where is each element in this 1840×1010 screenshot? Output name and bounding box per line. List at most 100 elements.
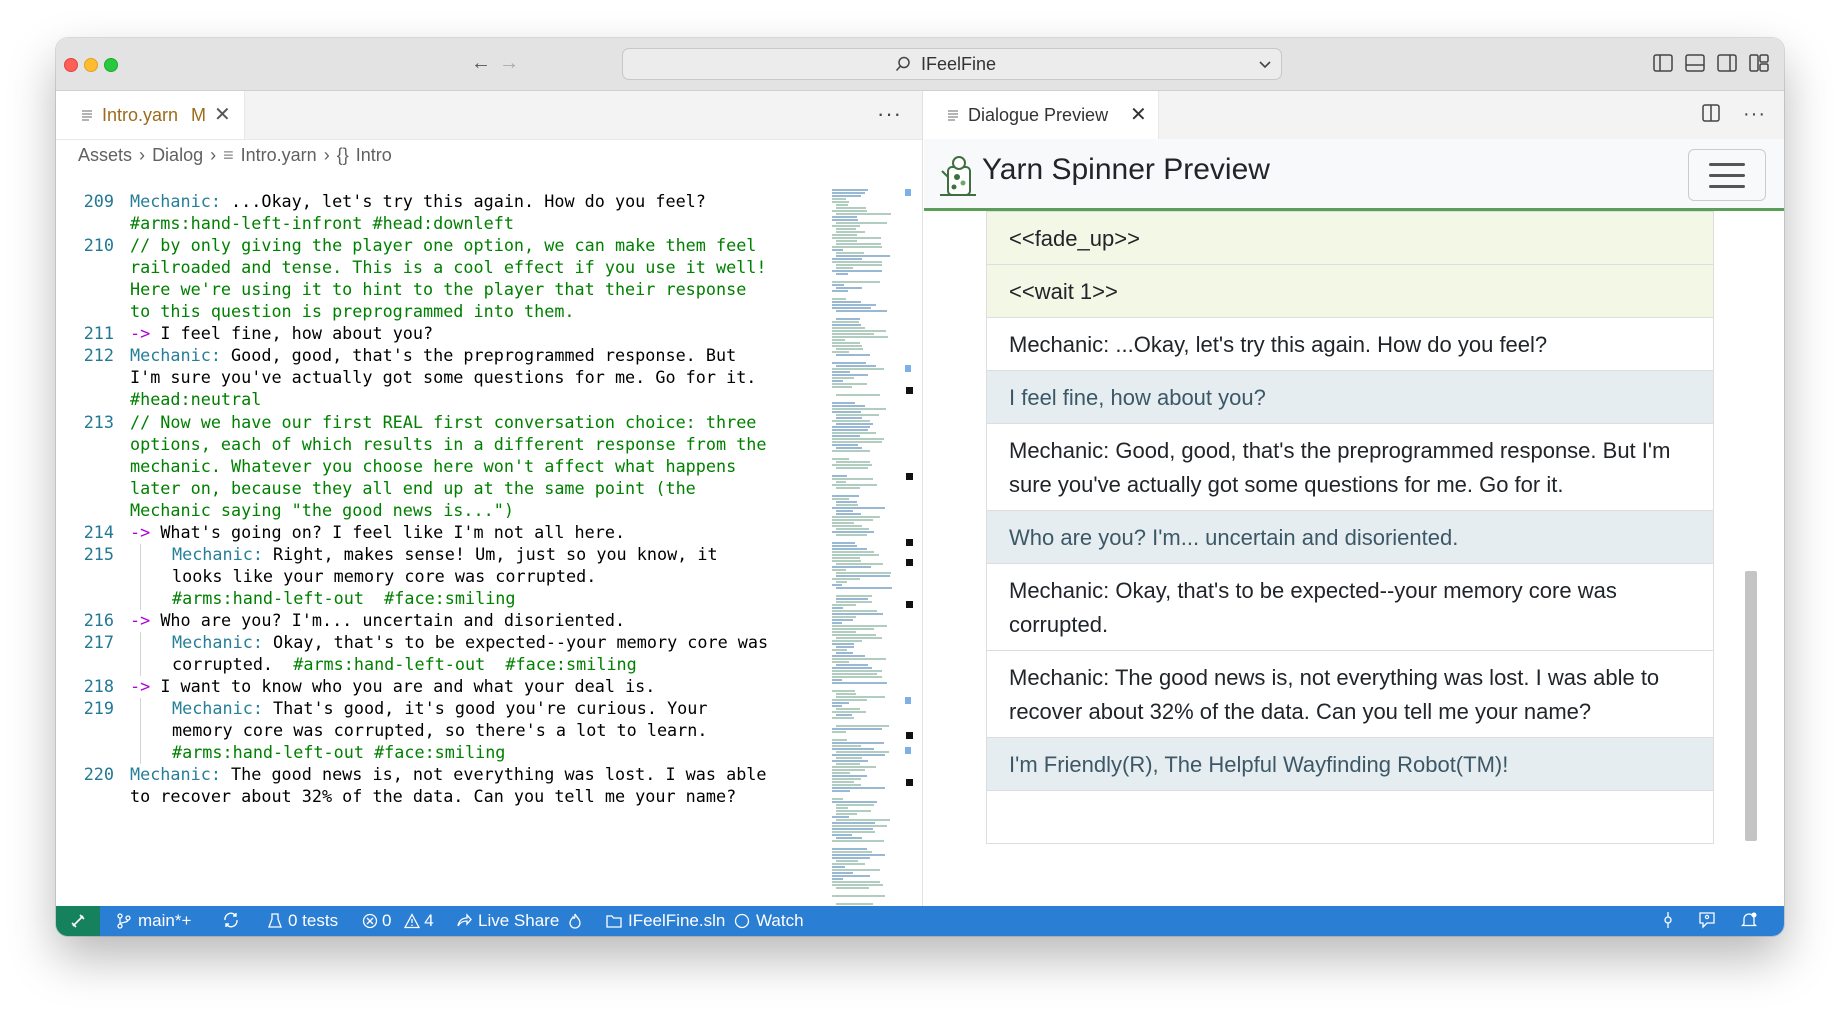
breadcrumb-file[interactable]: Intro.yarn [241, 145, 317, 165]
minimap-line [836, 231, 865, 233]
code-line: Mechanic: The good news is, not everythi… [130, 764, 767, 784]
close-tab-icon[interactable]: ✕ [214, 91, 231, 139]
code-line: I'm sure you've actually got some questi… [130, 367, 756, 387]
code-token: Who are you? I'm... uncertain and disori… [150, 609, 626, 630]
dialogue-scrollbar[interactable] [1745, 571, 1757, 841]
menu-toggle-button[interactable] [1688, 149, 1766, 201]
tests-status[interactable]: 0 tests [268, 906, 338, 936]
code-token: The good news is, not everything was los… [220, 764, 767, 785]
breadcrumb-dialog[interactable]: Dialog [152, 145, 203, 165]
more-actions-icon[interactable]: ··· [877, 101, 902, 127]
minimap-line [832, 327, 865, 329]
breadcrumb-node[interactable]: Intro [356, 145, 392, 165]
minimap[interactable] [832, 189, 898, 906]
code-token: Good, good, that's the preprogrammed res… [220, 345, 737, 366]
preview-navbar: Yarn Spinner Preview [924, 139, 1784, 211]
remote-indicator[interactable] [56, 906, 100, 936]
minimap-line [832, 655, 866, 657]
minimap-line [832, 699, 867, 701]
close-window-button[interactable] [64, 58, 78, 72]
sync-status[interactable] [222, 906, 246, 936]
minimap-line [832, 548, 868, 550]
minimap-line [836, 348, 863, 350]
overview-ruler[interactable] [904, 189, 920, 906]
close-tab-icon[interactable]: ✕ [1130, 91, 1147, 139]
code-token: Mechanic: [172, 632, 263, 652]
minimap-line [836, 860, 858, 862]
minimap-line [832, 625, 888, 627]
code-token: // Now we have our first REAL first conv… [130, 411, 757, 432]
minimap-line [832, 717, 855, 719]
circle-icon [734, 913, 750, 929]
file-lines-icon [82, 110, 92, 121]
split-editor-icon[interactable] [1701, 103, 1721, 129]
command-center-search[interactable]: IFeelFine [622, 48, 1282, 80]
minimap-line [832, 682, 888, 684]
minimap-line [832, 290, 849, 292]
line-number: 216 [83, 609, 114, 630]
code-token: later on, because they all end up at the… [130, 477, 696, 498]
minimap-line [832, 362, 866, 364]
solution-status[interactable]: IFeelFine.sln [606, 906, 725, 936]
minimap-line [836, 504, 858, 506]
flame-status[interactable] [568, 906, 588, 936]
minimap-line [832, 374, 869, 376]
ruler-marker [906, 387, 913, 394]
code-line: Mechanic saying "the good news is...") [130, 500, 514, 520]
forward-arrow-icon[interactable]: → [496, 50, 522, 76]
breadcrumb-assets[interactable]: Assets [78, 145, 132, 165]
minimap-line [832, 658, 886, 660]
code-token: -> [130, 609, 151, 630]
line-number: 212 [83, 345, 114, 366]
chevron-down-icon[interactable] [1257, 56, 1273, 72]
code-token: to recover about 32% of the data. Can yo… [130, 786, 737, 807]
remote-icon [71, 914, 85, 928]
minimap-line [832, 478, 873, 480]
toggle-panel-icon[interactable] [1684, 52, 1706, 74]
indent-guide [140, 587, 141, 610]
workspace-title: IFeelFine [921, 54, 997, 74]
layout-controls [1652, 52, 1770, 74]
code-token: to this question is preprogrammed into t… [130, 301, 575, 322]
customize-layout-icon[interactable] [1748, 52, 1770, 74]
minimap-line [832, 679, 843, 681]
dialogue-option[interactable]: I'm Friendly(R), The Helpful Wayfinding … [987, 737, 1713, 790]
back-arrow-icon[interactable]: ← [468, 50, 494, 76]
minimap-line [836, 487, 861, 489]
problems-status[interactable]: 0 4 [362, 906, 434, 936]
code-line: railroaded and tense. This is a cool eff… [130, 257, 767, 277]
minimap-line [832, 673, 877, 675]
minimap-line [832, 676, 883, 678]
watch-label: Watch [756, 911, 804, 930]
notifications-status[interactable] [1740, 906, 1764, 936]
minimap-line [836, 318, 860, 320]
minimap-line [832, 622, 843, 624]
branch-status[interactable]: main*+ [116, 906, 191, 936]
tab-intro-yarn[interactable]: Intro.yarn M ✕ [56, 91, 245, 139]
minimap-line [832, 420, 871, 422]
watch-status[interactable]: Watch [734, 906, 804, 936]
live-share-status[interactable]: Live Share [456, 906, 559, 936]
zoom-window-button[interactable] [104, 58, 118, 72]
dialogue-option[interactable]: Who are you? I'm... uncertain and disori… [987, 510, 1713, 563]
feedback-status[interactable] [1698, 906, 1722, 936]
code-editor[interactable]: 209 Mechanic: ...Okay, let's try this aga… [56, 189, 876, 906]
code-line: Mechanic: Right, makes sense! Um, just s… [172, 544, 718, 564]
toggle-secondary-sidebar-icon[interactable] [1716, 52, 1738, 74]
dialogue-option[interactable]: I feel fine, how about you? [987, 370, 1713, 423]
preview-brand-title: Yarn Spinner Preview [982, 153, 1270, 186]
minimap-line [836, 243, 882, 245]
commit-status[interactable] [1660, 906, 1682, 936]
minimap-line [832, 840, 884, 842]
more-actions-icon[interactable]: ··· [1743, 103, 1766, 129]
status-bar: main*+ 0 tests 0 4 Live Share IFeelFine.… [56, 906, 1784, 936]
tab-dialogue-preview[interactable]: Dialogue Preview ✕ [924, 91, 1159, 139]
modified-badge: M [191, 105, 206, 125]
minimap-line [836, 207, 867, 209]
toggle-primary-sidebar-icon[interactable] [1652, 52, 1674, 74]
minimap-line [832, 728, 883, 730]
vscode-window: ← → IFeelFine Intro.yarn M ✕ ··· Assets … [56, 38, 1784, 936]
dialogue-command: <<wait 1>> [987, 264, 1713, 317]
code-line: // Now we have our first REAL first conv… [130, 412, 756, 432]
minimize-window-button[interactable] [84, 58, 98, 72]
